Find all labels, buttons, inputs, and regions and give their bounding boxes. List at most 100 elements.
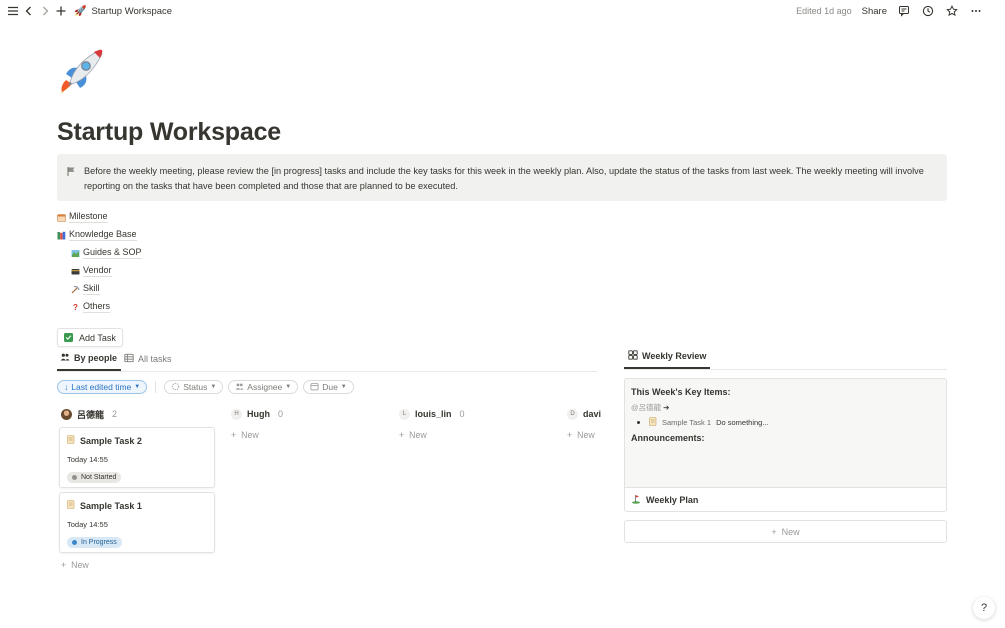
arrow-right-icon: ➔ xyxy=(663,403,670,412)
column-header[interactable]: 呂德龍 2 xyxy=(57,405,217,423)
status-dot xyxy=(72,540,77,545)
callout-text: Before the weekly meeting, please review… xyxy=(84,166,924,191)
tab-weekly-review[interactable]: Weekly Review xyxy=(624,349,711,369)
card-icon xyxy=(71,267,80,276)
share-button[interactable]: Share xyxy=(862,6,887,17)
board-column: L louis_lin 0 + New xyxy=(395,405,555,444)
document-icon xyxy=(67,500,75,511)
chevron-down-icon: ▼ xyxy=(134,384,141,390)
announcements-heading: Announcements: xyxy=(631,433,705,443)
question-icon: ? xyxy=(980,602,988,614)
list-item: Sample Task 1 Do something... xyxy=(631,417,940,428)
document-icon xyxy=(67,435,75,446)
task-card[interactable]: Sample Task 1 Today 14:55 In Progress xyxy=(59,492,215,553)
card-date: Today 14:55 xyxy=(67,455,108,464)
nav-controls: 🚀 Startup Workspace xyxy=(0,4,172,18)
link-others[interactable]: ? Others xyxy=(57,298,142,316)
avatar: D xyxy=(567,408,578,420)
avatar: H xyxy=(231,408,242,420)
task-card[interactable]: Sample Task 2 Today 14:55 Not Started xyxy=(59,427,215,488)
new-card-button[interactable]: + New xyxy=(227,426,387,444)
chevron-down-icon: ▼ xyxy=(285,384,292,390)
new-weekly-review-button[interactable]: + New xyxy=(624,520,947,543)
status-dot xyxy=(72,475,77,480)
add-task-button[interactable]: Add Task xyxy=(57,328,123,347)
add-task-label: Add Task xyxy=(79,332,116,343)
plus-icon: + xyxy=(567,430,573,440)
new-card-button[interactable]: + New xyxy=(57,556,217,574)
filter-status-chip[interactable]: Status ▼ xyxy=(164,380,224,394)
calendar-icon xyxy=(310,382,319,393)
rocket-icon: 🚀 xyxy=(74,5,87,17)
checkbox-icon xyxy=(64,333,73,342)
filter-assignee-chip[interactable]: Assignee ▼ xyxy=(228,380,299,394)
sort-last-edited-chip[interactable]: ↓ Last edited time ▼ xyxy=(57,380,148,394)
column-header[interactable]: H Hugh 0 xyxy=(227,405,387,423)
plus-icon[interactable] xyxy=(54,4,68,18)
menu-icon[interactable] xyxy=(6,4,20,18)
column-header[interactable]: L louis_lin 0 xyxy=(395,405,555,423)
column-count: 2 xyxy=(112,409,118,419)
more-options-icon[interactable] xyxy=(969,4,983,18)
new-card-button[interactable]: + New xyxy=(395,426,555,444)
link-milestone[interactable]: Milestone xyxy=(57,208,142,226)
breadcrumb[interactable]: 🚀 Startup Workspace xyxy=(74,6,172,17)
page-rocket-icon[interactable] xyxy=(56,44,108,96)
plus-icon: + xyxy=(771,526,777,537)
help-button[interactable]: ? xyxy=(973,597,995,619)
people-icon xyxy=(60,352,70,364)
card-date: Today 14:55 xyxy=(67,520,108,529)
board-column: D davi + New xyxy=(563,405,602,444)
column-header[interactable]: D davi xyxy=(563,405,602,423)
view-tabs: By people All tasks xyxy=(57,352,597,372)
link-guides-sop[interactable]: Guides & SOP xyxy=(57,244,142,262)
card-title: Sample Task 2 xyxy=(80,435,142,446)
link-knowledge-base[interactable]: Knowledge Base xyxy=(57,226,142,244)
link-vendor[interactable]: Vendor xyxy=(57,262,142,280)
column-count: 0 xyxy=(278,409,284,419)
card-preview: This Week's Key Items: @呂德龍 ➔ Sample Tas… xyxy=(625,379,946,487)
star-icon[interactable] xyxy=(945,4,959,18)
weekly-plan-card[interactable]: This Week's Key Items: @呂德龍 ➔ Sample Tas… xyxy=(624,378,947,512)
history-clock-icon[interactable] xyxy=(921,4,935,18)
status-badge: Not Started xyxy=(67,472,122,483)
kanban-board: 呂德龍 2 Sample Task 2 Today 14:55 Not Star… xyxy=(57,405,602,585)
weekly-plan-title[interactable]: Weekly Plan xyxy=(625,487,946,511)
back-arrow-icon[interactable] xyxy=(22,4,36,18)
tab-by-people[interactable]: By people xyxy=(57,351,122,371)
filter-due-chip[interactable]: Due ▼ xyxy=(303,380,354,394)
flag-icon xyxy=(66,166,77,177)
link-skill[interactable]: Skill xyxy=(57,280,142,298)
chevron-down-icon: ▼ xyxy=(340,384,347,390)
weekly-review-tabs: Weekly Review xyxy=(624,349,947,370)
top-actions: Edited 1d ago Share xyxy=(796,0,983,22)
callout-block[interactable]: Before the weekly meeting, please review… xyxy=(57,154,947,201)
plus-icon: + xyxy=(399,430,405,440)
tab-all-tasks[interactable]: All tasks xyxy=(121,351,176,371)
new-card-button[interactable]: + New xyxy=(563,426,602,444)
board-column: 呂德龍 2 Sample Task 2 Today 14:55 Not Star… xyxy=(57,405,217,574)
forward-arrow-icon[interactable] xyxy=(38,4,52,18)
linked-pages: Milestone Knowledge Base Guides & SOP Ve… xyxy=(57,208,142,316)
status-badge: In Progress xyxy=(67,537,122,548)
books-icon xyxy=(57,231,66,240)
page-title[interactable]: Startup Workspace xyxy=(57,118,281,147)
key-items-heading: This Week's Key Items: xyxy=(631,387,731,397)
calendar-icon xyxy=(57,213,66,222)
avatar xyxy=(61,408,72,420)
breadcrumb-title: Startup Workspace xyxy=(91,5,173,17)
table-icon xyxy=(124,353,134,365)
gallery-grid-icon xyxy=(628,350,638,362)
bullet xyxy=(637,421,640,424)
golf-flag-icon xyxy=(631,494,641,506)
top-bar: 🚀 Startup Workspace Edited 1d ago Share xyxy=(0,0,1005,22)
pickaxe-icon xyxy=(71,285,80,294)
comment-icon[interactable] xyxy=(897,4,911,18)
status-spinner-icon xyxy=(171,382,180,393)
board-column: H Hugh 0 + New xyxy=(227,405,387,444)
people-icon xyxy=(235,382,244,393)
card-title: Sample Task 1 xyxy=(80,500,142,511)
filter-bar: ↓ Last edited time ▼ Status ▼ Assignee ▼… xyxy=(57,380,354,394)
chevron-down-icon: ▼ xyxy=(210,384,217,390)
plus-icon: + xyxy=(61,560,67,570)
